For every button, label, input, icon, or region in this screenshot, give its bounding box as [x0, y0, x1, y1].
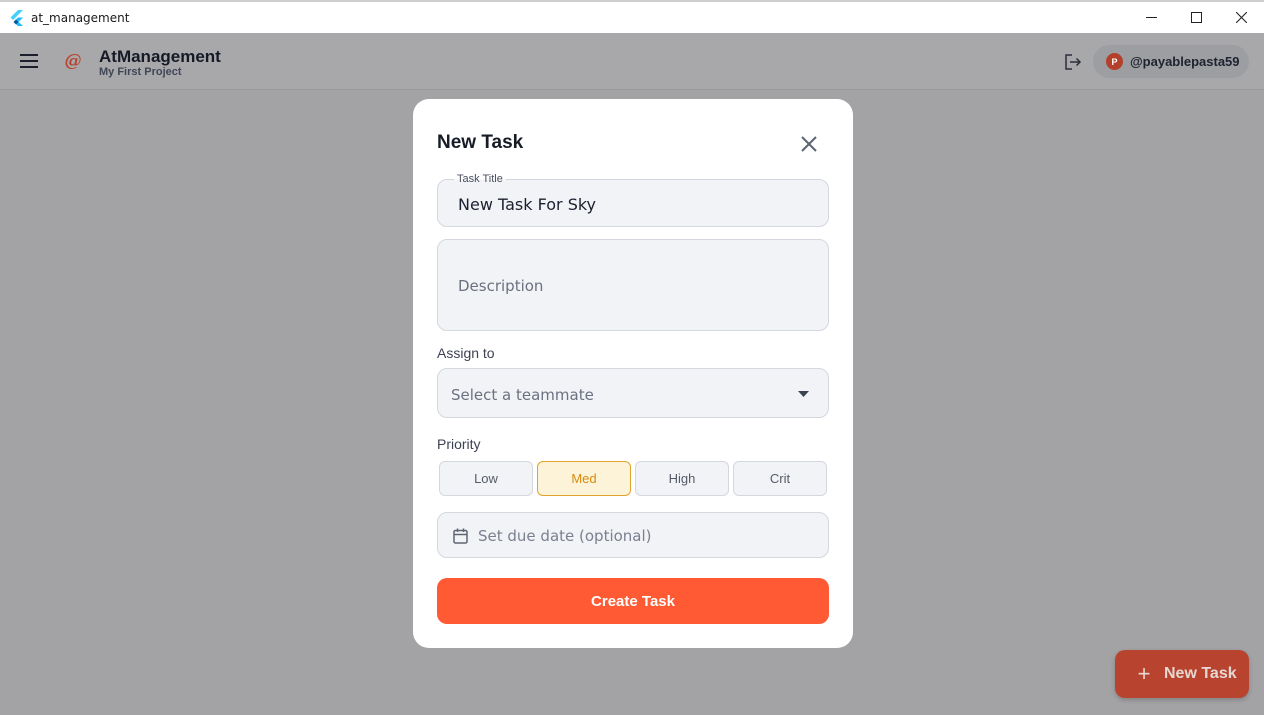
- close-icon: [801, 136, 817, 152]
- menu-button[interactable]: [14, 47, 44, 75]
- app-header: @ AtManagement My First Project P @payab…: [0, 33, 1264, 90]
- assignee-select[interactable]: Select a teammate: [437, 368, 829, 418]
- task-title-label: Task Title: [454, 173, 506, 185]
- logout-button[interactable]: [1061, 50, 1085, 74]
- description-placeholder: Description: [458, 277, 544, 295]
- new-task-dialog: New Task Task Title New Task For Sky Des…: [413, 99, 853, 648]
- project-name: My First Project: [99, 66, 182, 78]
- assignee-placeholder: Select a teammate: [451, 386, 594, 404]
- plus-icon: +: [1137, 661, 1151, 686]
- priority-option-crit[interactable]: Crit: [733, 461, 827, 496]
- dialog-close-button[interactable]: [797, 132, 821, 156]
- priority-label: Priority: [437, 436, 481, 452]
- due-date-placeholder: Set due date (optional): [478, 527, 652, 545]
- task-title-field[interactable]: Task Title New Task For Sky: [437, 173, 829, 227]
- avatar: P: [1106, 53, 1123, 70]
- logout-icon: [1065, 54, 1082, 70]
- close-icon: [1235, 12, 1247, 23]
- assign-to-label: Assign to: [437, 345, 495, 361]
- calendar-icon: [453, 528, 468, 544]
- dropdown-caret-icon: [798, 391, 809, 397]
- create-task-button[interactable]: Create Task: [437, 578, 829, 624]
- hamburger-menu-icon: [20, 54, 38, 68]
- user-menu-chip[interactable]: P @payablepasta59: [1093, 45, 1249, 78]
- new-task-fab[interactable]: + New Task: [1115, 650, 1249, 698]
- task-title-value: New Task For Sky: [458, 195, 597, 214]
- new-task-fab-label: New Task: [1164, 665, 1237, 682]
- minimize-icon: [1145, 17, 1157, 18]
- dialog-title: New Task: [437, 132, 524, 153]
- maximize-icon: [1190, 12, 1202, 23]
- priority-option-high[interactable]: High: [635, 461, 729, 496]
- window-title: at_management: [31, 11, 130, 25]
- app-name: AtManagement: [99, 47, 221, 66]
- window-titlebar: at_management: [0, 0, 1264, 33]
- user-handle: @payablepasta59: [1130, 54, 1240, 69]
- app-logo: @: [64, 51, 82, 71]
- window-maximize-button[interactable]: [1173, 2, 1219, 33]
- due-date-field[interactable]: Set due date (optional): [437, 512, 829, 558]
- window-minimize-button[interactable]: [1128, 2, 1174, 33]
- priority-selector: Low Med High Crit: [439, 461, 829, 496]
- priority-option-med[interactable]: Med: [537, 461, 631, 496]
- description-field[interactable]: Description: [437, 239, 829, 331]
- priority-option-low[interactable]: Low: [439, 461, 533, 496]
- flutter-app-icon: [10, 10, 23, 26]
- window-close-button[interactable]: [1218, 2, 1264, 33]
